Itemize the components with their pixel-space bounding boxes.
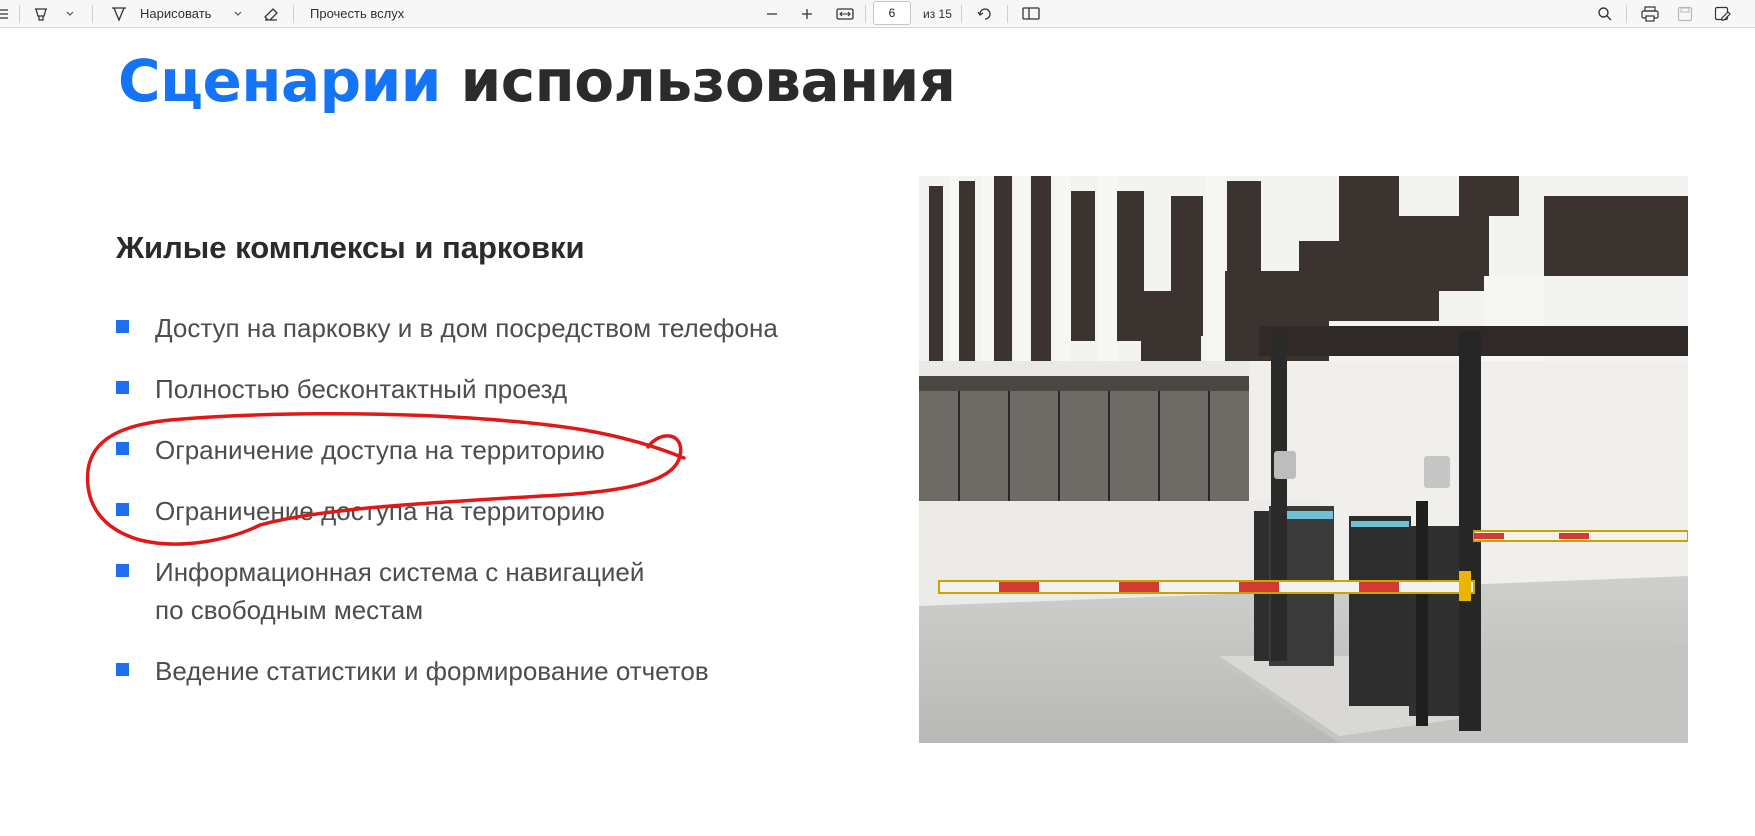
toolbar-divider (92, 5, 93, 23)
chevron-down-icon[interactable] (65, 0, 75, 27)
zoom-in-icon[interactable] (800, 0, 814, 27)
read-aloud-button[interactable]: Прочесть вслух (310, 0, 404, 27)
chevron-down-icon[interactable] (233, 0, 243, 27)
draw-pen-icon[interactable] (110, 0, 128, 27)
save-icon[interactable] (1677, 0, 1693, 27)
toolbar-divider (1007, 5, 1008, 23)
toolbar-divider (865, 5, 866, 23)
list-item-text: Полностью бесконтактный проезд (155, 374, 568, 404)
page-number-input[interactable] (873, 1, 911, 25)
fit-to-width-icon[interactable] (836, 0, 854, 27)
bullet-square-icon (116, 663, 129, 676)
toolbar-divider (961, 5, 962, 23)
parking-barrier-photo (919, 176, 1688, 743)
rotate-icon[interactable] (976, 0, 994, 27)
print-icon[interactable] (1641, 0, 1659, 27)
page-total-label: из 15 (923, 6, 952, 21)
draw-button[interactable]: Нарисовать (140, 0, 211, 27)
pdf-toolbar: Нарисовать Прочесть вслух из 15 (0, 0, 1755, 28)
bullet-square-icon (116, 442, 129, 455)
list-item-text: Доступ на парковку и в дом посредством т… (155, 313, 778, 343)
toolbar-divider (293, 5, 294, 23)
toolbar-divider (1626, 5, 1627, 23)
bullet-square-icon (116, 564, 129, 577)
section-subtitle: Жилые комплексы и парковки (116, 230, 585, 265)
bullet-square-icon (116, 381, 129, 394)
list-item-text-continued: по свободным местам (155, 595, 424, 625)
list-item-text: Ограничение доступа на территорию (155, 435, 605, 465)
eraser-icon[interactable] (262, 0, 280, 27)
menu-icon[interactable] (0, 0, 10, 27)
page-title: Сценарии использования (118, 46, 956, 116)
title-accent: Сценарии (118, 47, 441, 115)
list-item-text: Ограничение доступа на территорию (155, 496, 605, 526)
page-view-icon[interactable] (1022, 0, 1040, 27)
search-icon[interactable] (1597, 0, 1613, 27)
bullet-square-icon (116, 320, 129, 333)
toolbar-divider (19, 5, 20, 23)
zoom-out-icon[interactable] (765, 0, 779, 27)
list-item-text: Ведение статистики и формирование отчето… (155, 656, 709, 686)
title-rest: использования (460, 47, 956, 115)
highlighter-icon[interactable] (33, 0, 49, 27)
save-as-icon[interactable] (1714, 0, 1732, 27)
list-item-text: Информационная система с навигацией (155, 557, 645, 587)
bullet-square-icon (116, 503, 129, 516)
